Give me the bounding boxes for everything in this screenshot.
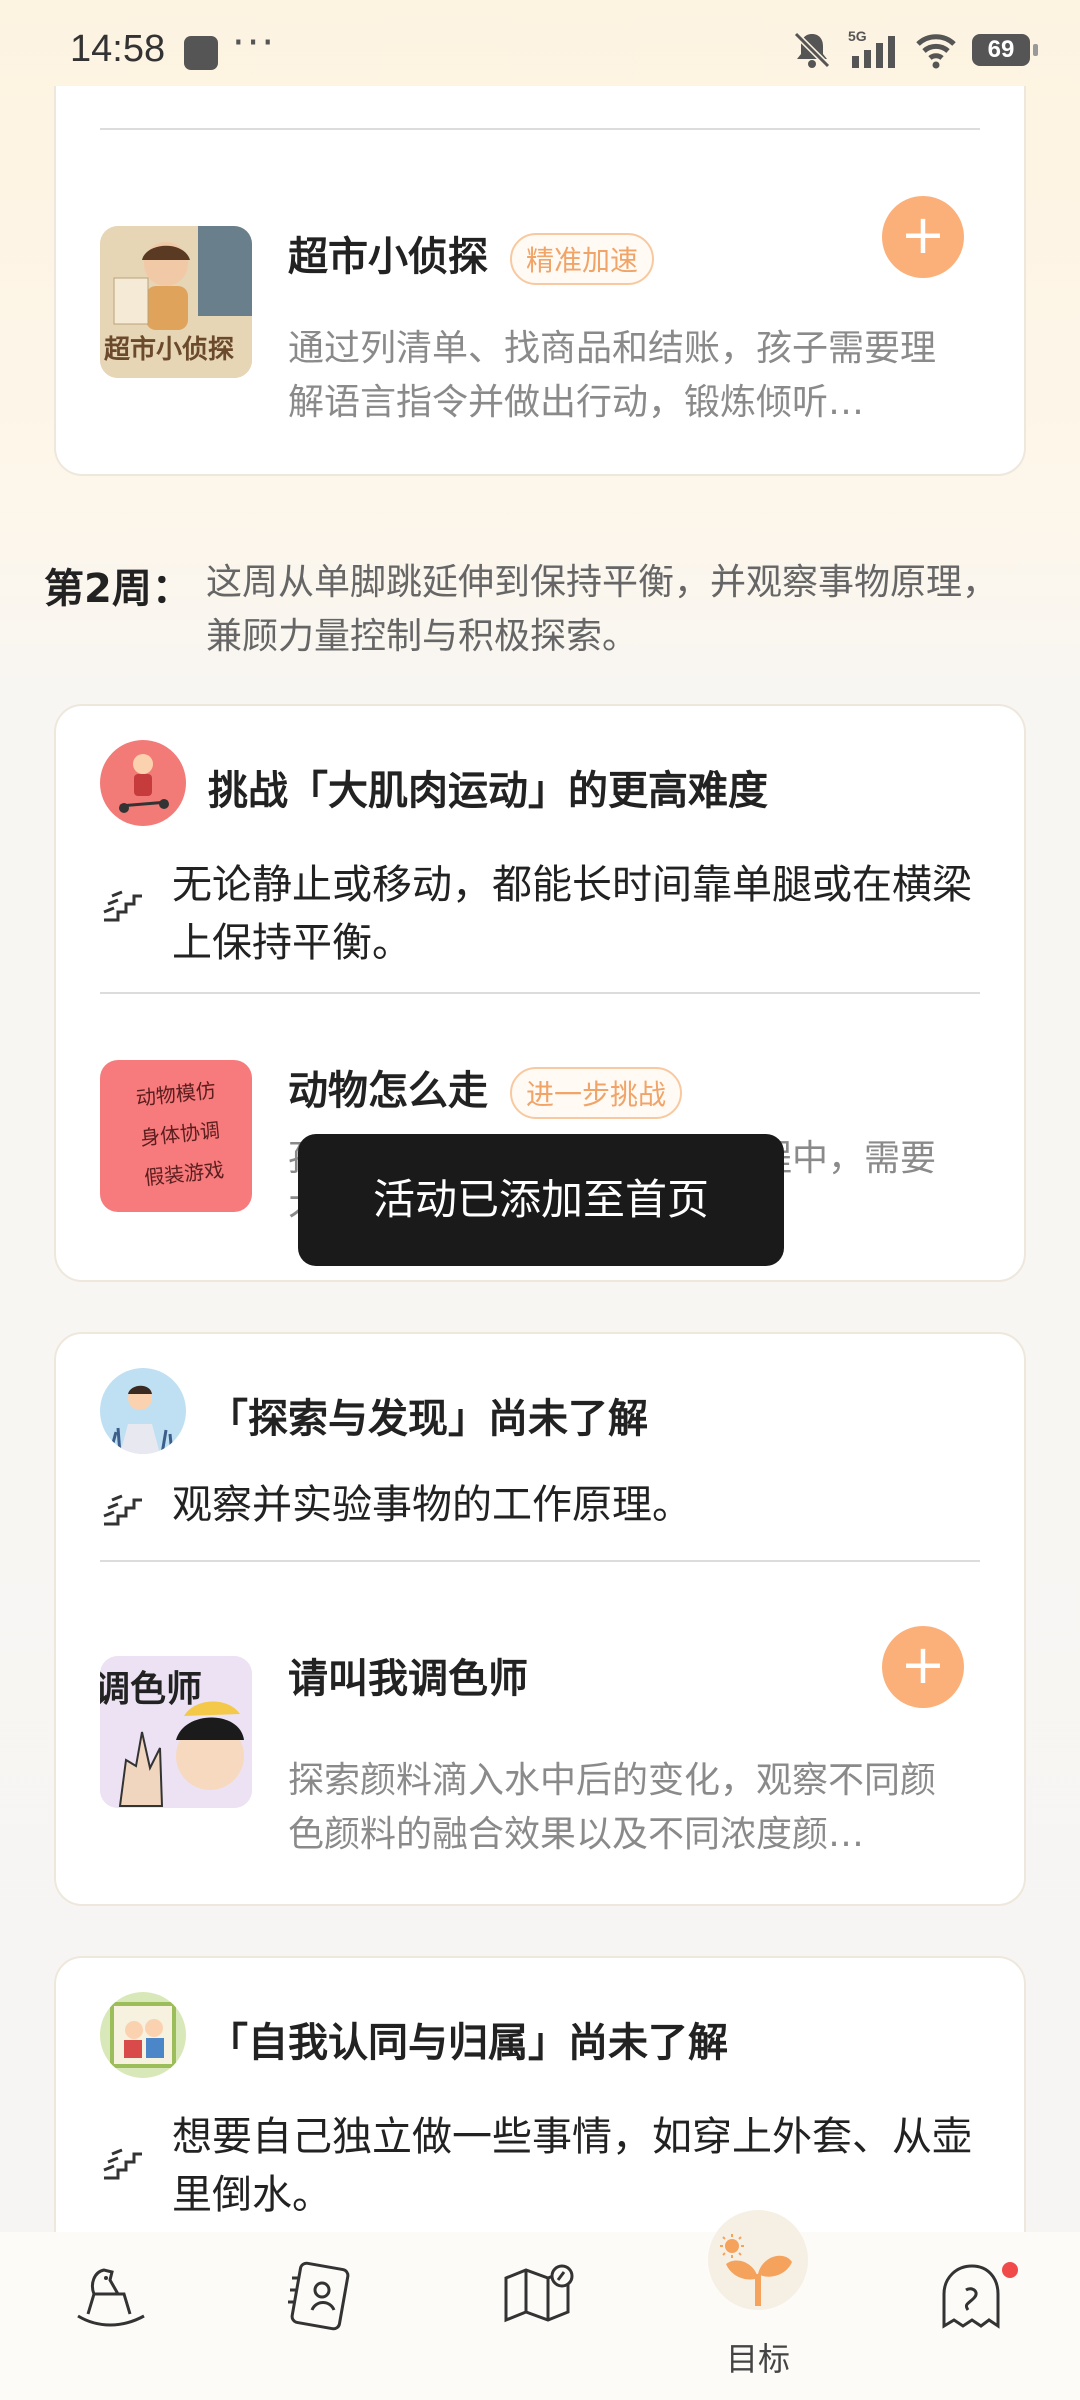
status-right: 5G 69 [790, 28, 1038, 72]
tab-explore[interactable] [460, 2232, 620, 2400]
family-photo-icon [110, 2002, 176, 2068]
activity-tag: 进一步挑战 [510, 1067, 683, 1119]
bottom-tab-bar: 目标 [0, 2210, 1080, 2400]
activity-title-text: 请叫我调色师 [288, 1656, 528, 1702]
more-notifications-icon: ··· [232, 20, 277, 66]
section-title: 「自我认同与归属」尚未了解 [208, 2020, 728, 2066]
thumbnail-caption: 调色师 [100, 1669, 203, 1710]
section-title: 挑战「大肌肉运动」的更高难度 [208, 768, 768, 814]
tab-record[interactable] [242, 2232, 402, 2400]
activity-thumbnail-color-mixer[interactable]: 调色师 [100, 1656, 252, 1808]
stairs-icon [103, 1494, 142, 1526]
ghost-icon [942, 2264, 1000, 2329]
tab-profile[interactable] [890, 2232, 1050, 2400]
add-activity-button[interactable]: + [882, 1626, 964, 1708]
tab-home[interactable] [30, 2232, 190, 2400]
thumbnail-caption: 假装游戏 [143, 1157, 226, 1190]
activity-title[interactable]: 动物怎么走 进一步挑战 [288, 1058, 683, 1119]
sprout-icon [720, 2234, 792, 2306]
stairs-icon [103, 890, 142, 922]
card-divider [100, 1560, 980, 1562]
tab-goals-label: 目标 [725, 2340, 790, 2378]
goal-description: 无论静止或移动，都能长时间靠单腿或在横梁上保持平衡。 [172, 862, 972, 966]
card-divider [100, 128, 980, 130]
notification-dot [1002, 2262, 1018, 2278]
add-activity-button[interactable]: + [882, 196, 964, 278]
goal-card-exploration: 「探索与发现」尚未了解 观察并实验事物的工作原理。 调色师 请叫我调色师 + 探… [54, 1332, 1026, 1906]
activity-title-text: 动物怎么走 [288, 1068, 488, 1114]
battery-icon: 69 [972, 34, 1038, 66]
section-avatar [100, 1368, 186, 1454]
status-time: 14:58 [70, 28, 166, 70]
thumbnail-caption: 超市小侦探 [104, 335, 235, 365]
wifi-icon [916, 34, 956, 69]
child-exploring-icon [108, 1385, 174, 1454]
goal-description: 想要自己独立做一些事情，如穿上外套、从壶里倒水。 [172, 2114, 972, 2218]
activity-tag: 精准加速 [510, 233, 655, 285]
week-label: 第2周： [44, 566, 192, 612]
activity-description: 通过列清单、找商品和结账，孩子需要理解语言指令并做出行动，锻炼倾听… [288, 328, 937, 423]
app-notification-icon [184, 36, 218, 70]
goal-description: 观察并实验事物的工作原理。 [172, 1482, 692, 1528]
signal-icon: 5G [848, 28, 895, 68]
stairs-icon [103, 2148, 142, 2180]
activity-description: 探索颜料滴入水中后的变化，观察不同颜色颜料的融合效果以及不同浓度颜… [288, 1760, 937, 1855]
map-icon [504, 2264, 574, 2323]
baby-notebook-icon [288, 2261, 350, 2331]
activity-thumbnail-animal-walk[interactable]: 动物模仿 身体协调 假装游戏 [100, 1060, 252, 1212]
week-description: 这周从单脚跳延伸到保持平衡，并观察事物原理，兼顾力量控制与积极探索。 [206, 562, 999, 657]
activity-title[interactable]: 超市小侦探 精准加速 [288, 224, 655, 285]
goal-card-1: 超市小侦探 超市小侦探 精准加速 + 通过列清单、找商品和结账，孩子需要理解语言指… [54, 86, 1026, 476]
tab-goals[interactable]: 目标 [678, 2210, 838, 2400]
mute-icon [793, 31, 831, 69]
card-divider [100, 992, 980, 994]
toast-message: 活动已添加至首页 [298, 1134, 784, 1266]
activity-thumbnail-supermarket[interactable]: 超市小侦探 [100, 226, 252, 378]
section-title: 「探索与发现」尚未了解 [208, 1396, 648, 1442]
activity-title-text: 超市小侦探 [288, 234, 488, 280]
section-avatar [100, 740, 186, 826]
activity-title[interactable]: 请叫我调色师 [288, 1646, 528, 1704]
section-avatar [100, 1992, 186, 2078]
network-label: 5G [848, 28, 867, 44]
child-scooter-icon [119, 754, 169, 813]
rocking-horse-icon [77, 2268, 145, 2327]
